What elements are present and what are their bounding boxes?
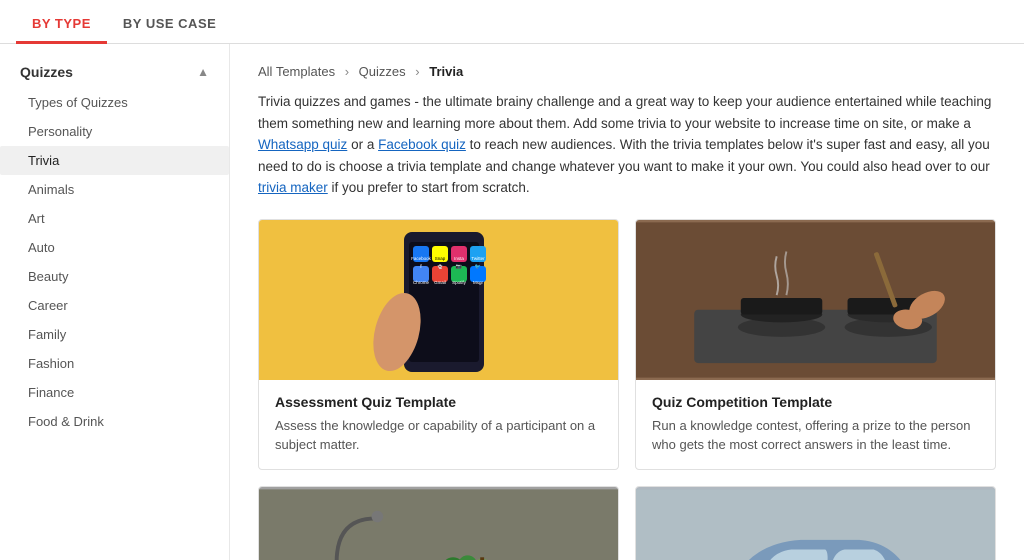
- whatsapp-quiz-link[interactable]: Whatsapp quiz: [258, 137, 347, 152]
- card-car-quiz[interactable]: [635, 486, 996, 560]
- sidebar-item-auto[interactable]: Auto: [0, 233, 229, 262]
- trivia-maker-link[interactable]: trivia maker: [258, 180, 328, 195]
- card-assessment-quiz[interactable]: f 👻 📷 🐦 Facebook Snap Insta Twitter Chro…: [258, 219, 619, 470]
- svg-text:Twitter: Twitter: [471, 256, 485, 261]
- cards-grid: f 👻 📷 🐦 Facebook Snap Insta Twitter Chro…: [258, 219, 996, 560]
- main-layout: Quizzes ▲ Types of Quizzes Personality T…: [0, 44, 1024, 560]
- svg-text:👻: 👻: [437, 264, 442, 269]
- tab-by-type[interactable]: BY TYPE: [16, 6, 107, 44]
- sidebar-item-trivia[interactable]: Trivia: [0, 146, 229, 175]
- breadcrumb-all-templates[interactable]: All Templates: [258, 64, 335, 79]
- sidebar: Quizzes ▲ Types of Quizzes Personality T…: [0, 44, 230, 560]
- description-text-1: Trivia quizzes and games - the ultimate …: [258, 94, 991, 131]
- card-body-assessment: Assessment Quiz Template Assess the know…: [259, 380, 618, 469]
- breadcrumb: All Templates › Quizzes › Trivia: [258, 64, 996, 79]
- card-desc-assessment: Assess the knowledge or capability of a …: [275, 416, 602, 455]
- svg-text:🐦: 🐦: [474, 264, 480, 270]
- sidebar-section-label: Quizzes: [20, 64, 73, 80]
- card-title-assessment: Assessment Quiz Template: [275, 394, 602, 410]
- tab-by-use-case[interactable]: BY USE CASE: [107, 6, 232, 44]
- sidebar-item-family[interactable]: Family: [0, 320, 229, 349]
- svg-text:Facebook: Facebook: [411, 256, 432, 261]
- sidebar-item-food-drink[interactable]: Food & Drink: [0, 407, 229, 436]
- card-health-quiz[interactable]: [258, 486, 619, 560]
- facebook-quiz-link[interactable]: Facebook quiz: [378, 137, 466, 152]
- svg-text:Chrome: Chrome: [412, 280, 429, 285]
- sidebar-item-fashion[interactable]: Fashion: [0, 349, 229, 378]
- content-area: All Templates › Quizzes › Trivia Trivia …: [230, 44, 1024, 560]
- card-image-health: [259, 487, 618, 560]
- svg-text:Gmail: Gmail: [434, 280, 446, 285]
- card-title-competition: Quiz Competition Template: [652, 394, 979, 410]
- page-description: Trivia quizzes and games - the ultimate …: [258, 91, 996, 199]
- card-desc-competition: Run a knowledge contest, offering a priz…: [652, 416, 979, 455]
- breadcrumb-sep-2: ›: [415, 64, 419, 79]
- sidebar-item-art[interactable]: Art: [0, 204, 229, 233]
- sidebar-item-finance[interactable]: Finance: [0, 378, 229, 407]
- description-text-4: if you prefer to start from scratch.: [328, 180, 530, 195]
- svg-text:Snap: Snap: [434, 256, 445, 261]
- breadcrumb-quizzes[interactable]: Quizzes: [359, 64, 406, 79]
- top-tabs-bar: BY TYPE BY USE CASE: [0, 0, 1024, 44]
- description-text-2: or a: [347, 137, 378, 152]
- svg-text:📷: 📷: [455, 264, 461, 270]
- card-image-assessment: f 👻 📷 🐦 Facebook Snap Insta Twitter Chro…: [259, 220, 618, 380]
- svg-text:Insta: Insta: [454, 256, 464, 261]
- card-image-car: [636, 487, 995, 560]
- svg-text:Msgr: Msgr: [473, 280, 484, 285]
- sidebar-item-beauty[interactable]: Beauty: [0, 262, 229, 291]
- svg-text:Spotify: Spotify: [452, 280, 467, 285]
- collapse-arrow-icon: ▲: [197, 65, 209, 79]
- sidebar-section-quizzes[interactable]: Quizzes ▲: [0, 56, 229, 88]
- sidebar-item-career[interactable]: Career: [0, 291, 229, 320]
- card-image-cooking: [636, 220, 995, 380]
- card-body-competition: Quiz Competition Template Run a knowledg…: [636, 380, 995, 469]
- sidebar-item-types-of-quizzes[interactable]: Types of Quizzes: [0, 88, 229, 117]
- breadcrumb-sep-1: ›: [345, 64, 349, 79]
- sidebar-item-animals[interactable]: Animals: [0, 175, 229, 204]
- breadcrumb-current: Trivia: [429, 64, 463, 79]
- sidebar-item-personality[interactable]: Personality: [0, 117, 229, 146]
- card-quiz-competition[interactable]: Quiz Competition Template Run a knowledg…: [635, 219, 996, 470]
